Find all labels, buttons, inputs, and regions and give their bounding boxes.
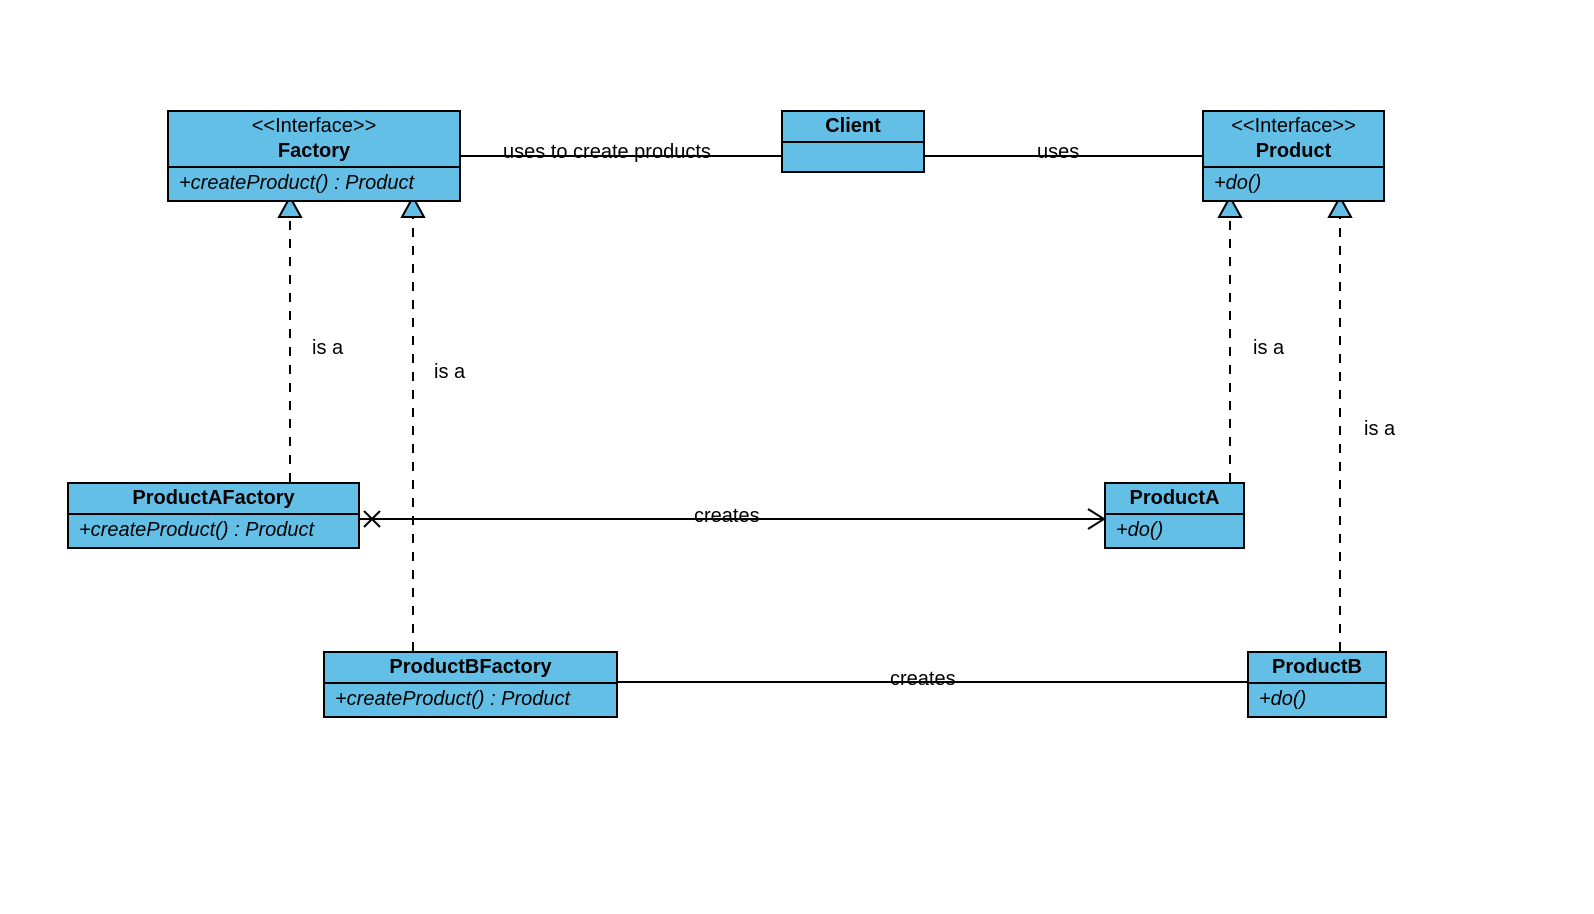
class-productb-title: ProductB — [1249, 653, 1385, 684]
class-name: Product — [1256, 140, 1332, 162]
class-productb: ProductB +do() — [1247, 651, 1387, 718]
label-uses: uses — [1037, 141, 1079, 164]
class-product-title: <<Interface>> Product — [1204, 112, 1383, 168]
open-arrowhead-icon — [1088, 509, 1104, 529]
class-productb-methods: +do() — [1249, 684, 1385, 716]
class-producta-factory: ProductAFactory +createProduct() : Produ… — [67, 482, 360, 549]
class-productb-factory-title: ProductBFactory — [325, 653, 616, 684]
label-isa-factory-a: is a — [312, 337, 343, 360]
stereotype-label: <<Interface>> — [252, 115, 377, 137]
class-product: <<Interface>> Product +do() — [1202, 110, 1385, 202]
label-creates-a: creates — [694, 505, 760, 528]
class-producta: ProductA +do() — [1104, 482, 1245, 549]
class-producta-title: ProductA — [1106, 484, 1243, 515]
class-factory-title: <<Interface>> Factory — [169, 112, 459, 168]
class-producta-factory-methods: +createProduct() : Product — [69, 515, 358, 547]
class-client-title: Client — [783, 112, 923, 143]
class-productb-factory-methods: +createProduct() : Product — [325, 684, 616, 716]
class-factory: <<Interface>> Factory +createProduct() :… — [167, 110, 461, 202]
label-uses-to-create: uses to create products — [503, 141, 711, 164]
label-isa-product-a: is a — [1253, 337, 1284, 360]
class-product-methods: +do() — [1204, 168, 1383, 200]
class-producta-methods: +do() — [1106, 515, 1243, 547]
cross-mark-icon — [364, 511, 380, 527]
label-isa-factory-b: is a — [434, 361, 465, 384]
class-productb-factory: ProductBFactory +createProduct() : Produ… — [323, 651, 618, 718]
class-client-body — [783, 143, 923, 171]
class-factory-methods: +createProduct() : Product — [169, 168, 459, 200]
class-name: Factory — [278, 140, 350, 162]
class-client: Client — [781, 110, 925, 173]
stereotype-label: <<Interface>> — [1231, 115, 1356, 137]
label-isa-product-b: is a — [1364, 418, 1395, 441]
label-creates-b: creates — [890, 668, 956, 691]
cross-mark-icon — [364, 511, 380, 527]
class-producta-factory-title: ProductAFactory — [69, 484, 358, 515]
